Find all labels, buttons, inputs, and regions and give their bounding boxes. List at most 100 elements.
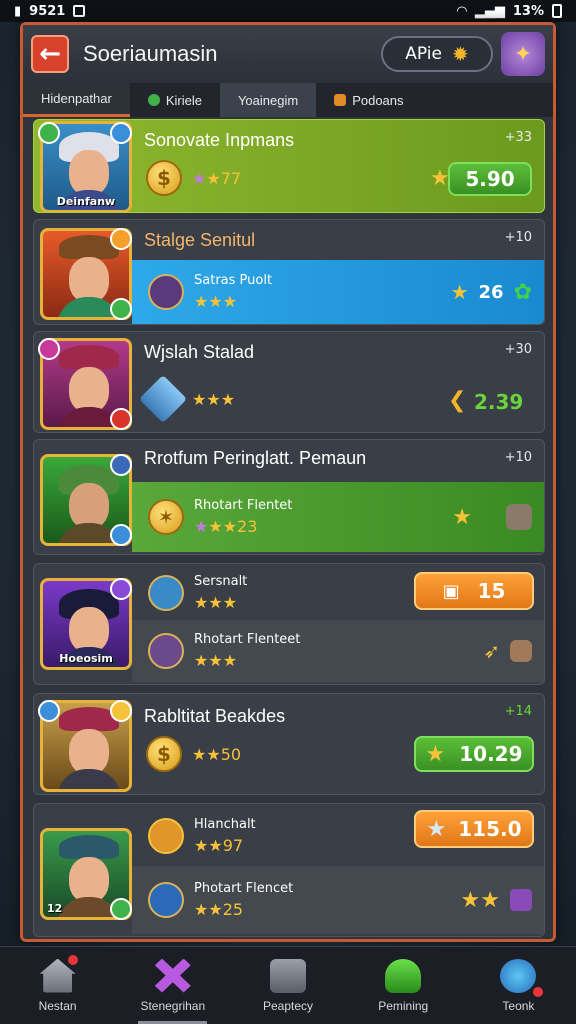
tab-hidenpathar[interactable]: Hidenpathar bbox=[23, 83, 130, 117]
page-title: Soeriaumasin bbox=[83, 41, 218, 66]
class-badge-icon bbox=[110, 700, 132, 722]
tab-podoans[interactable]: Podoans bbox=[316, 83, 421, 117]
quest-card[interactable]: Rabltitat Beakdes +14 $ ★★50 ★ 10.29 bbox=[33, 693, 545, 795]
reward-value-button[interactable]: ★ 10.29 bbox=[414, 736, 534, 772]
reward-row: ★★★ bbox=[138, 374, 236, 424]
status-time: 9521 bbox=[29, 3, 66, 19]
reward-value-button[interactable]: ▣ 15 bbox=[414, 572, 534, 610]
sub-quest-row[interactable]: Rhotart Flenteet ★★★ ➶ bbox=[132, 620, 544, 682]
potion-icon bbox=[385, 958, 422, 993]
sim-icon: ▮ bbox=[14, 3, 22, 19]
hero-hat bbox=[59, 345, 119, 369]
nav-item-peaptecy[interactable]: Peaptecy bbox=[230, 947, 345, 1024]
quest-window: ← Soeriaumasin APie ✹ ✦ Hidenpathar Kiri… bbox=[20, 22, 556, 942]
apie-button[interactable]: APie ✹ bbox=[381, 36, 493, 72]
gear-icon: ✹ bbox=[451, 42, 469, 66]
reward-value: 115.0 bbox=[458, 817, 522, 841]
nav-label: Peaptecy bbox=[262, 998, 314, 1013]
notification-icon bbox=[73, 5, 86, 17]
element-badge-icon bbox=[38, 338, 60, 360]
pouch-icon bbox=[506, 504, 532, 530]
notification-dot bbox=[68, 955, 78, 965]
reward-value: 10.29 bbox=[459, 742, 523, 766]
status-bar: ▮ 9521 ◠ ▂▄▆ 13% bbox=[0, 0, 576, 22]
quest-card[interactable]: Stalge Senitul +10 Satras Puolt ★★★ ★ 26… bbox=[33, 219, 545, 325]
star-rating: ★★★ bbox=[194, 292, 238, 311]
class-badge-icon bbox=[110, 122, 132, 144]
element-badge-icon bbox=[110, 298, 132, 320]
quest-card[interactable]: 12 Hlanchalt ★★97 ★ 115.0 Photart Flence… bbox=[33, 803, 545, 937]
reward-value-button[interactable]: 5.90 bbox=[448, 162, 532, 196]
star-rating: ★★★ bbox=[192, 389, 236, 409]
class-badge-icon bbox=[110, 408, 132, 430]
star-icon: ★ bbox=[426, 816, 447, 842]
sub-avatar bbox=[148, 633, 184, 669]
nav-label: Stenegrihan bbox=[140, 998, 206, 1013]
sub-quest-row[interactable]: ✶ Rhotart Flentet ★★★23 ★ bbox=[132, 482, 544, 552]
star-icon: ★ bbox=[430, 166, 450, 191]
xp-reward: +30 bbox=[504, 342, 532, 357]
star-rating: ★★★23 bbox=[194, 517, 258, 536]
tab-label: Yoainegim bbox=[237, 92, 299, 108]
quest-title: Wjslah Stalad bbox=[144, 342, 255, 362]
sub-quest-row[interactable]: Satras Puolt ★★★ ★ 26 ✿ bbox=[132, 260, 544, 324]
element-badge-icon bbox=[38, 122, 60, 144]
hero-body bbox=[57, 769, 121, 789]
star-icon: ★ bbox=[450, 280, 469, 304]
signal-icon: ▂▄▆ bbox=[474, 3, 505, 19]
box-icon bbox=[334, 94, 347, 106]
hero-hat bbox=[59, 835, 119, 859]
battery-text: 13% bbox=[512, 3, 544, 19]
chest-icon: ▣ bbox=[442, 580, 460, 602]
star-icon: ★ bbox=[425, 741, 446, 767]
reward-value-button[interactable]: ★ 115.0 bbox=[414, 810, 534, 848]
feather-icon: ➶ bbox=[483, 639, 500, 663]
tab-bar: Hidenpathar Kiriele Yoainegim Podoans bbox=[23, 83, 553, 117]
quest-card[interactable]: Wjslah Stalad +30 ★★★ ❮ 2.39 bbox=[33, 331, 545, 433]
quest-card[interactable]: Hoeosim Sersnalt ★★★ ▣ 15 Rhotart Flente… bbox=[33, 563, 545, 685]
nav-label: Nestan bbox=[38, 998, 77, 1013]
quest-card[interactable]: Rrotfum Peringlatt. Pemaun +10 ✶ Rhotart… bbox=[33, 439, 545, 555]
sub-quest-title: Hlanchalt bbox=[194, 817, 256, 832]
tab-yoainegim[interactable]: Yoainegim bbox=[219, 83, 317, 117]
quest-title: Rabltitat Beakdes bbox=[144, 706, 286, 726]
apie-label: APie bbox=[405, 44, 442, 64]
back-button[interactable]: ← bbox=[31, 35, 69, 73]
leaf-icon bbox=[147, 94, 160, 106]
star-icon: ★★ bbox=[460, 887, 500, 913]
star-rating: ★★50 bbox=[192, 744, 242, 764]
nav-label: Teonk bbox=[502, 998, 535, 1013]
class-badge-icon bbox=[110, 578, 132, 600]
nav-item-nestan[interactable]: Nestan bbox=[0, 947, 115, 1024]
tab-label: Hidenpathar bbox=[41, 91, 112, 106]
gem-icon bbox=[510, 889, 532, 911]
tab-kiriele[interactable]: Kiriele bbox=[130, 83, 220, 117]
nav-item-stenegrihan[interactable]: Stenegrihan bbox=[115, 947, 230, 1024]
nav-item-teonk[interactable]: Teonk bbox=[461, 947, 576, 1024]
xp-reward: +14 bbox=[504, 704, 532, 719]
quest-card[interactable]: Deinfanw Sonovate Inpmans +33 $ ★★77 ★ 5… bbox=[33, 119, 545, 213]
sub-value: 26 bbox=[478, 281, 504, 303]
camera-icon bbox=[270, 958, 306, 993]
sub-quest-row[interactable]: Photart Flencet ★★25 ★★ bbox=[132, 866, 544, 934]
star-rating: ★★25 bbox=[194, 900, 244, 919]
nav-item-pemining[interactable]: Pemining bbox=[346, 947, 461, 1024]
class-badge-icon bbox=[110, 228, 132, 250]
reward-value: 5.90 bbox=[465, 167, 515, 191]
quest-title: Rrotfum Peringlatt. Pemaun bbox=[144, 448, 367, 468]
coin-icon: $ bbox=[146, 736, 182, 772]
sub-quest-title: Photart Flencet bbox=[194, 881, 294, 896]
element-badge-icon bbox=[38, 700, 60, 722]
bag-icon[interactable]: ✦ bbox=[501, 32, 545, 76]
class-badge-icon bbox=[110, 898, 132, 920]
element-badge-icon bbox=[110, 524, 132, 546]
reward-row: $ ★★50 bbox=[146, 736, 241, 772]
sub-avatar bbox=[148, 274, 184, 310]
reward-value: 2.39 bbox=[474, 390, 524, 414]
sub-quest-title: Satras Puolt bbox=[194, 273, 273, 288]
star-icon: ★ bbox=[452, 504, 472, 530]
sub-avatar bbox=[148, 882, 184, 918]
coin-icon: ✶ bbox=[148, 499, 184, 535]
crystal-icon bbox=[138, 374, 188, 424]
star-rating: ★★★ bbox=[194, 651, 238, 670]
